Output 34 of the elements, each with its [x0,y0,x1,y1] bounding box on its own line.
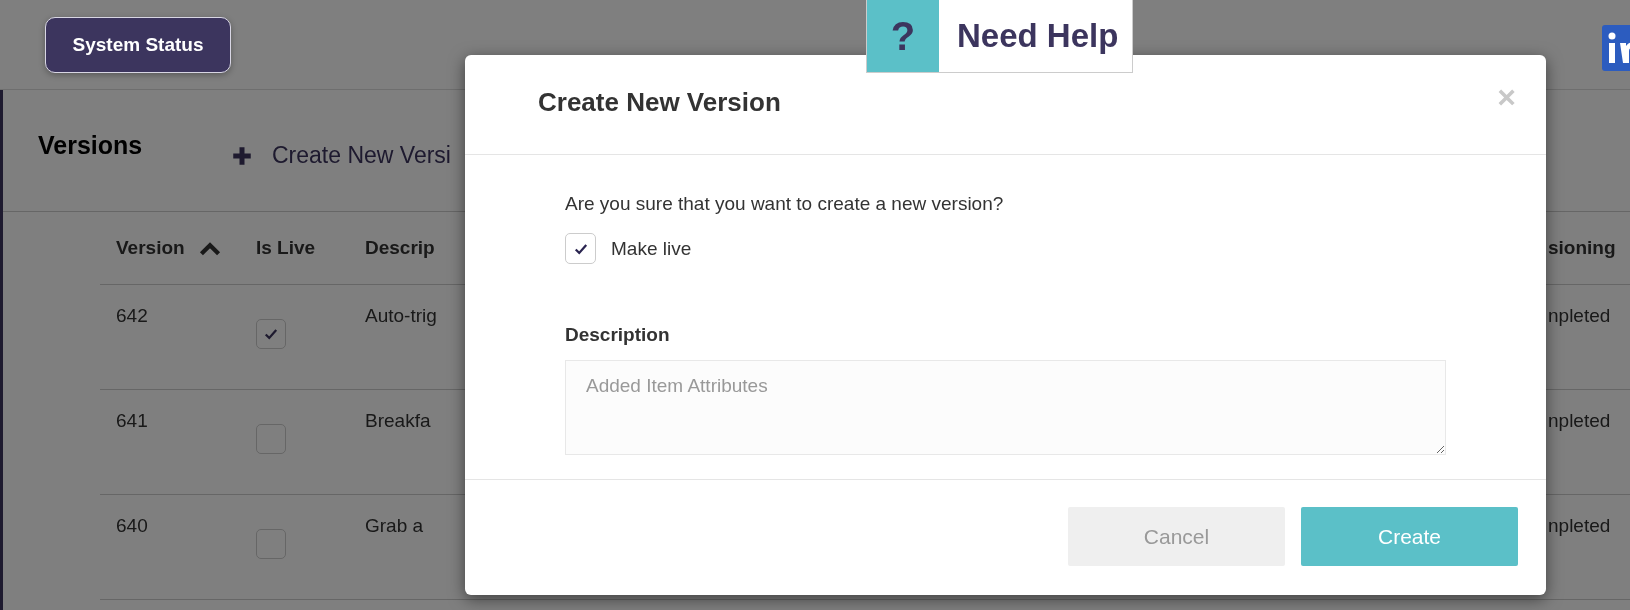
table-cell: npleted [1548,515,1611,536]
question-text: Are you sure that you want to create a new version? [565,193,1005,215]
page-title: Versions [38,130,144,160]
caret-up-icon[interactable] [198,240,221,256]
column-header[interactable]: Version [116,237,185,259]
help-label: Need Help [956,16,1120,56]
dialog-title: Create New Version [538,87,781,118]
table-cell: npleted [1548,305,1611,326]
checkbox-label: Make live [611,237,692,260]
column-header[interactable]: Descrip [365,237,435,259]
field-label: Description [565,324,671,346]
help-tab[interactable]: ? Need Help [866,0,1134,73]
plus-icon [232,145,252,166]
social-icon[interactable] [1602,25,1630,71]
table-cell: 640 [116,515,148,536]
create-version-link[interactable]: Create New Versi [232,128,451,169]
checkbox[interactable] [256,424,286,454]
question-icon: ? [867,0,939,72]
table-cell: Auto-trig [365,305,437,326]
cancel-button[interactable]: Cancel [1068,507,1285,566]
description-field[interactable]: Added Item Attributes [565,360,1446,455]
table-cell: 642 [116,305,148,326]
checkbox[interactable] [565,233,596,264]
column-header[interactable]: sioning [1548,237,1616,259]
system-status-button[interactable]: System Status [45,17,231,73]
checkbox[interactable] [256,319,286,349]
check-icon [573,241,588,256]
table-cell: Breakfa [365,410,431,431]
checkbox[interactable] [256,529,286,559]
table-cell: npleted [1548,410,1611,431]
check-icon [264,327,278,341]
table-cell: 641 [116,410,148,431]
table-cell: Grab a [365,515,424,536]
column-header[interactable]: Is Live [256,237,316,259]
